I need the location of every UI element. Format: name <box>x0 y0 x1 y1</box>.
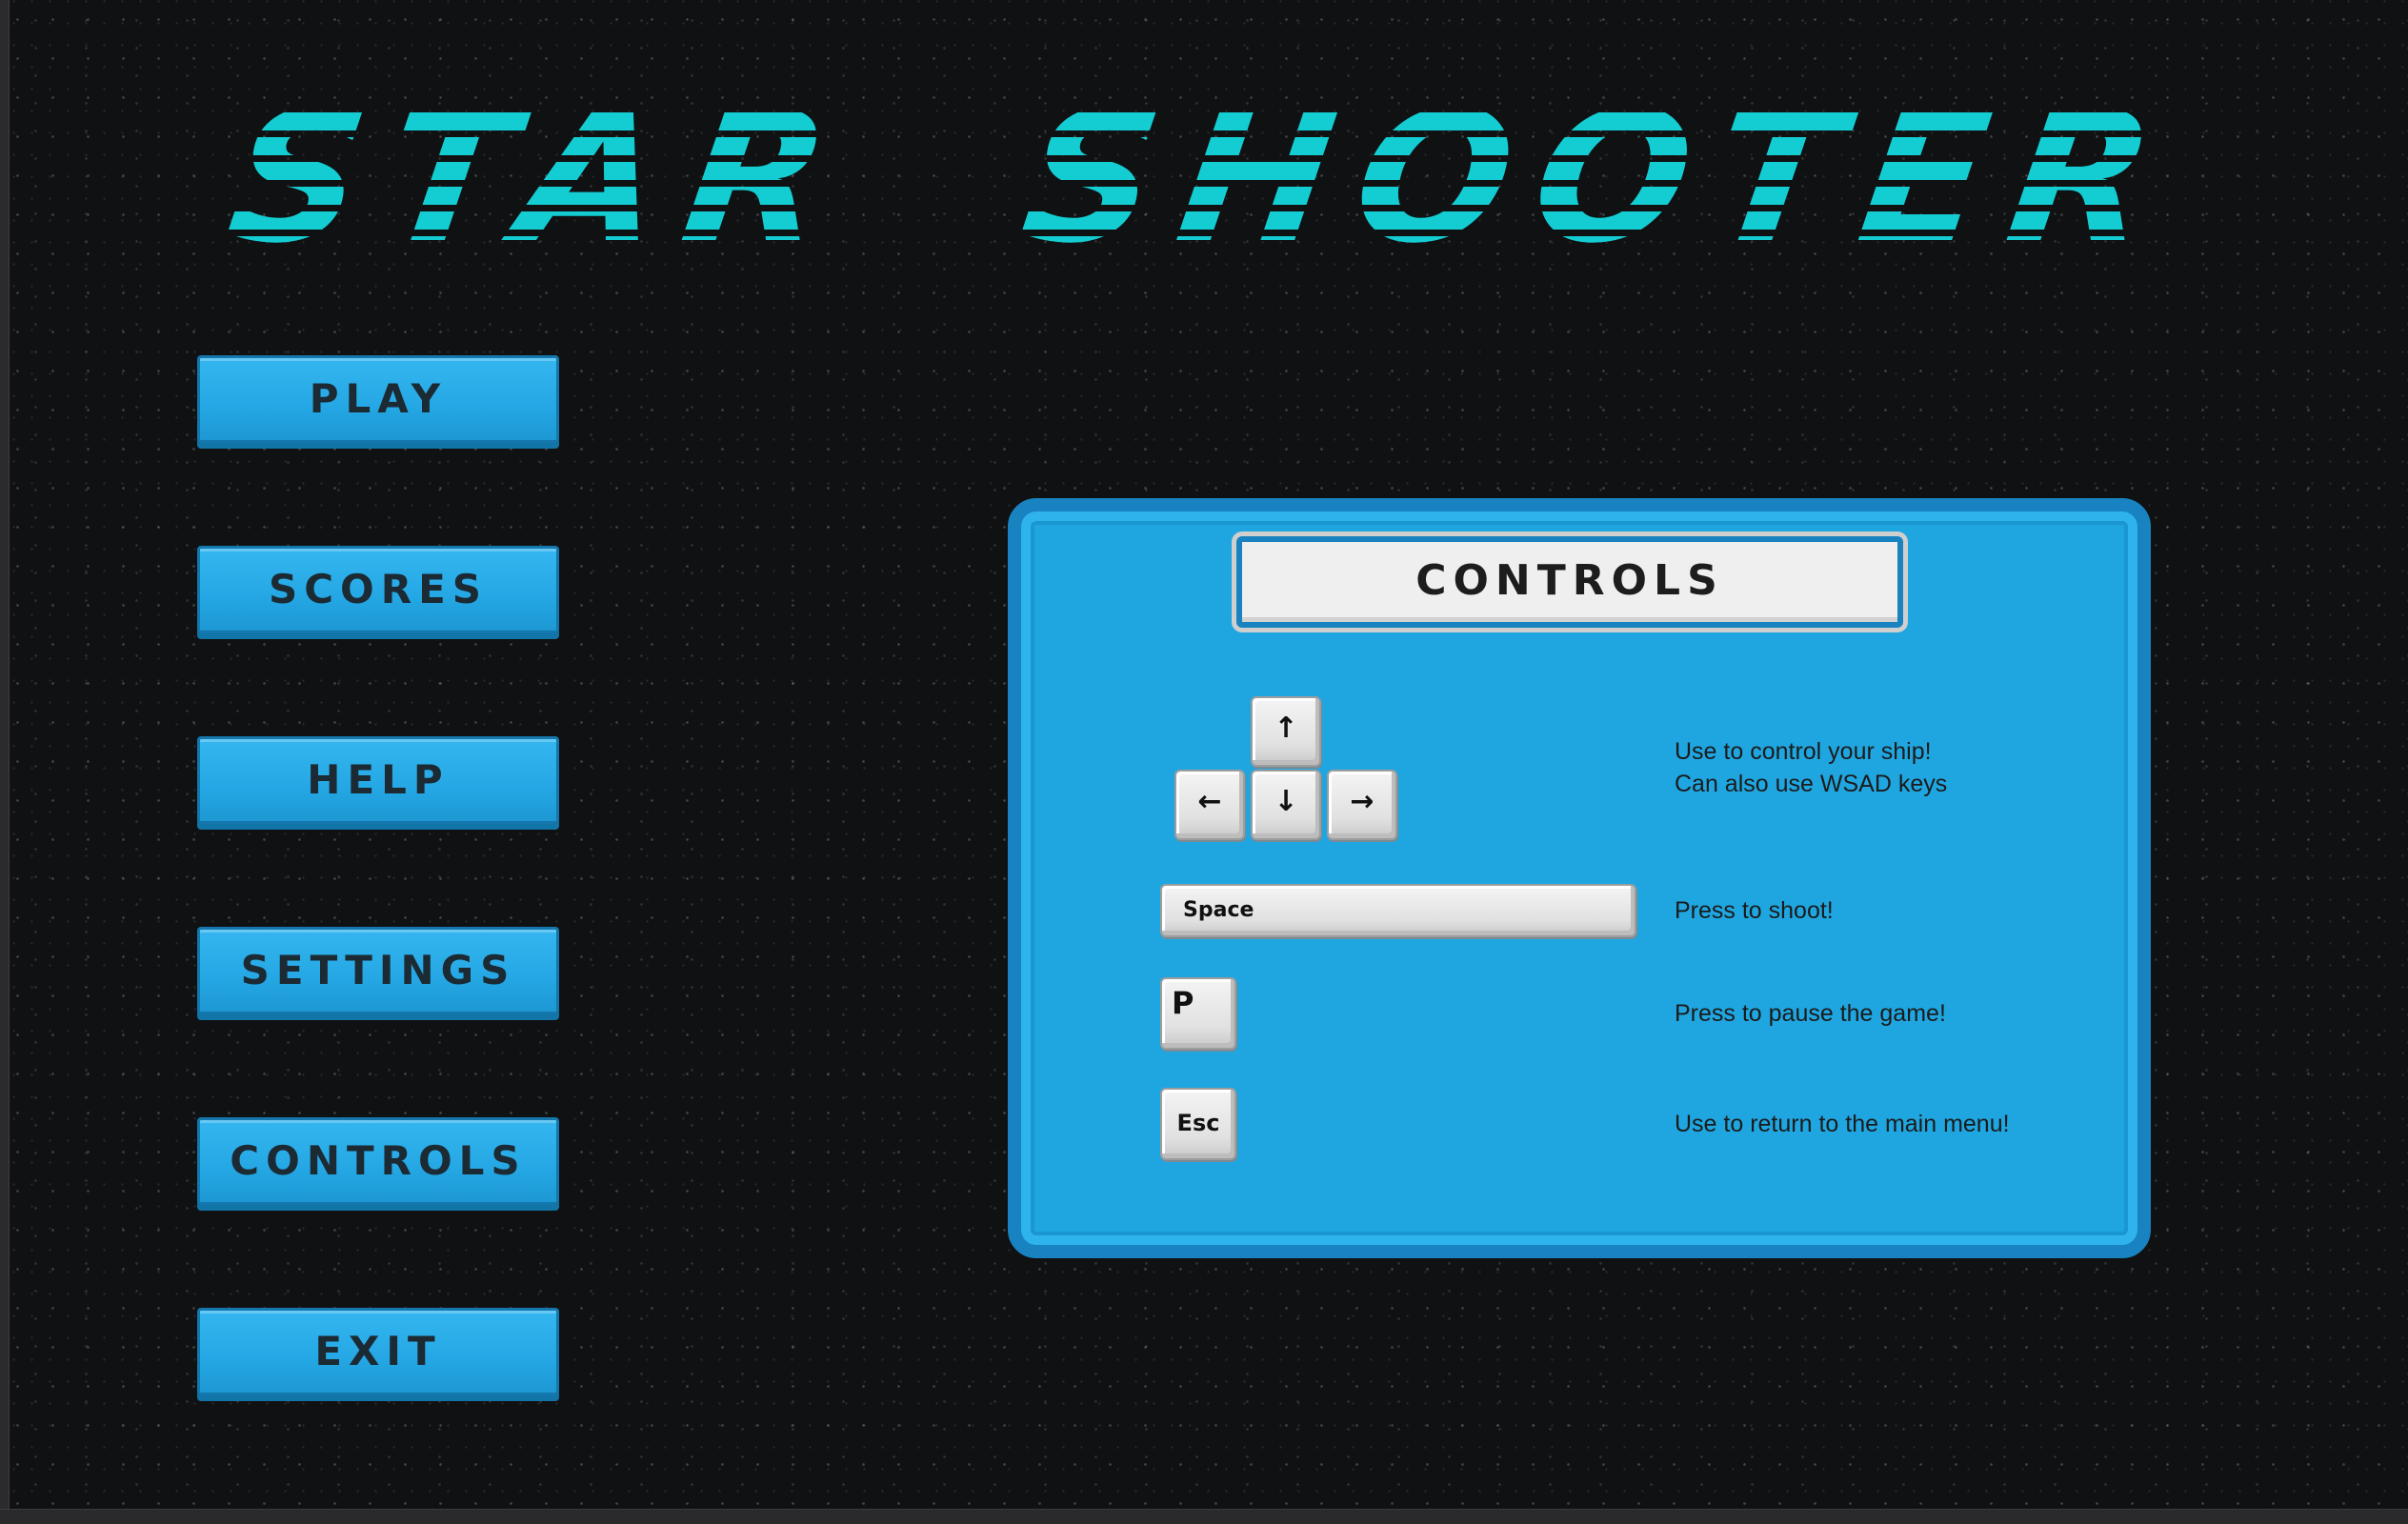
esc-key-icon: Esc <box>1160 1088 1236 1160</box>
left-arrow-key-icon: ← <box>1174 770 1245 840</box>
controls-panel-title: CONTROLS <box>1236 536 1903 628</box>
space-key-icon: Space <box>1160 884 1636 937</box>
play-button[interactable]: PLAY <box>197 355 559 443</box>
up-arrow-key-icon: ↑ <box>1251 696 1321 767</box>
game-title: STAR SHOOTER <box>217 72 2191 283</box>
right-arrow-key-icon: → <box>1327 770 1397 840</box>
space-description: Press to shoot! <box>1675 897 1834 924</box>
down-arrow-key-icon: ↓ <box>1251 770 1321 840</box>
scores-button[interactable]: SCORES <box>197 546 559 633</box>
help-button[interactable]: HELP <box>197 736 559 824</box>
window-bottom-edge <box>0 1509 2408 1524</box>
esc-description: Use to return to the main menu! <box>1675 1111 2010 1137</box>
settings-button[interactable]: SETTINGS <box>197 927 559 1014</box>
arrows-description-line2: Can also use WSAD keys <box>1675 771 1948 797</box>
controls-button[interactable]: CONTROLS <box>197 1117 559 1205</box>
game-screen: STAR SHOOTER PLAY SCORES HELP SETTINGS C… <box>0 0 2408 1524</box>
exit-button[interactable]: EXIT <box>197 1308 559 1395</box>
arrows-description-line1: Use to control your ship! <box>1675 738 1932 765</box>
p-key-icon: P <box>1160 977 1236 1050</box>
pause-description: Press to pause the game! <box>1675 1000 1946 1027</box>
